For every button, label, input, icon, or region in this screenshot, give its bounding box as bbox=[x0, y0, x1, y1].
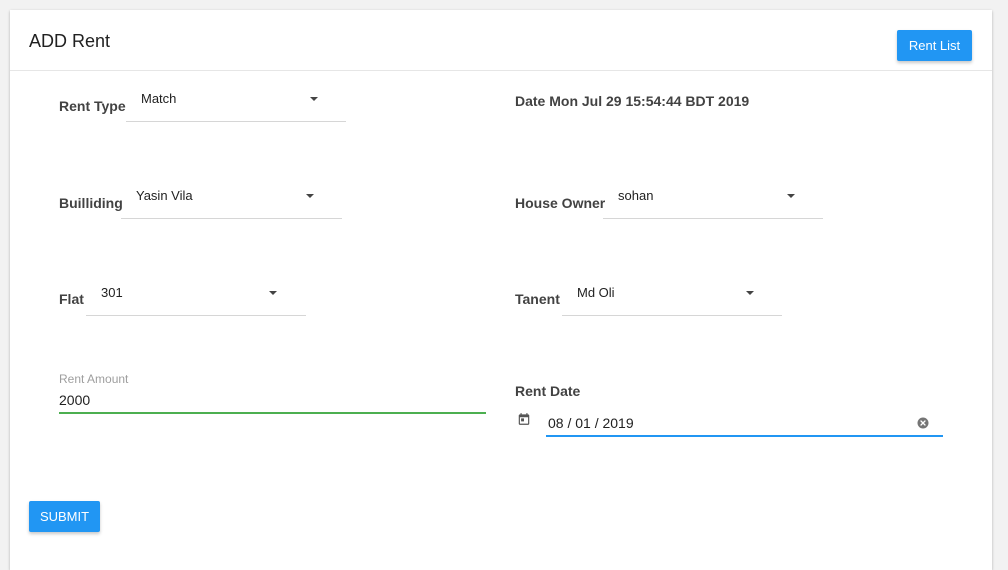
page-title: ADD Rent bbox=[29, 31, 111, 51]
current-date-text: Date Mon Jul 29 15:54:44 BDT 2019 bbox=[515, 93, 750, 109]
tenant-label: Tanent bbox=[515, 291, 560, 307]
add-rent-card: ADD Rent Rent List Rent Type Match Date … bbox=[10, 10, 992, 570]
chevron-down-icon bbox=[310, 97, 318, 101]
rent-type-value: Match bbox=[141, 91, 177, 106]
rent-date-label: Rent Date bbox=[515, 383, 581, 399]
building-value: Yasin Vila bbox=[136, 188, 193, 203]
rent-type-label: Rent Type bbox=[59, 98, 126, 114]
rent-date-input[interactable]: 08 / 01 / 2019 bbox=[546, 410, 943, 437]
rent-amount-label: Rent Amount bbox=[59, 372, 129, 386]
flat-select[interactable]: 301 bbox=[86, 279, 306, 316]
building-select[interactable]: Yasin Vila bbox=[121, 182, 342, 219]
card-header: ADD Rent Rent List bbox=[10, 10, 992, 71]
chevron-down-icon bbox=[746, 291, 754, 295]
house-owner-value: sohan bbox=[618, 188, 654, 203]
calendar-icon[interactable] bbox=[517, 412, 531, 426]
house-owner-select[interactable]: sohan bbox=[603, 182, 823, 219]
house-owner-label: House Owner bbox=[515, 195, 606, 211]
tenant-value: Md Oli bbox=[577, 285, 615, 300]
chevron-down-icon bbox=[269, 291, 277, 295]
rent-date-value: 08 / 01 / 2019 bbox=[548, 415, 634, 431]
rent-amount-input[interactable] bbox=[59, 388, 486, 414]
tenant-select[interactable]: Md Oli bbox=[562, 279, 782, 316]
rent-type-select[interactable]: Match bbox=[126, 85, 346, 122]
clear-icon[interactable] bbox=[917, 417, 929, 429]
rent-list-button[interactable]: Rent List bbox=[897, 30, 972, 61]
flat-value: 301 bbox=[101, 285, 123, 300]
chevron-down-icon bbox=[306, 194, 314, 198]
flat-label: Flat bbox=[59, 291, 84, 307]
submit-button[interactable]: SUBMIT bbox=[29, 501, 100, 532]
building-label: Builliding bbox=[59, 195, 123, 211]
chevron-down-icon bbox=[787, 194, 795, 198]
